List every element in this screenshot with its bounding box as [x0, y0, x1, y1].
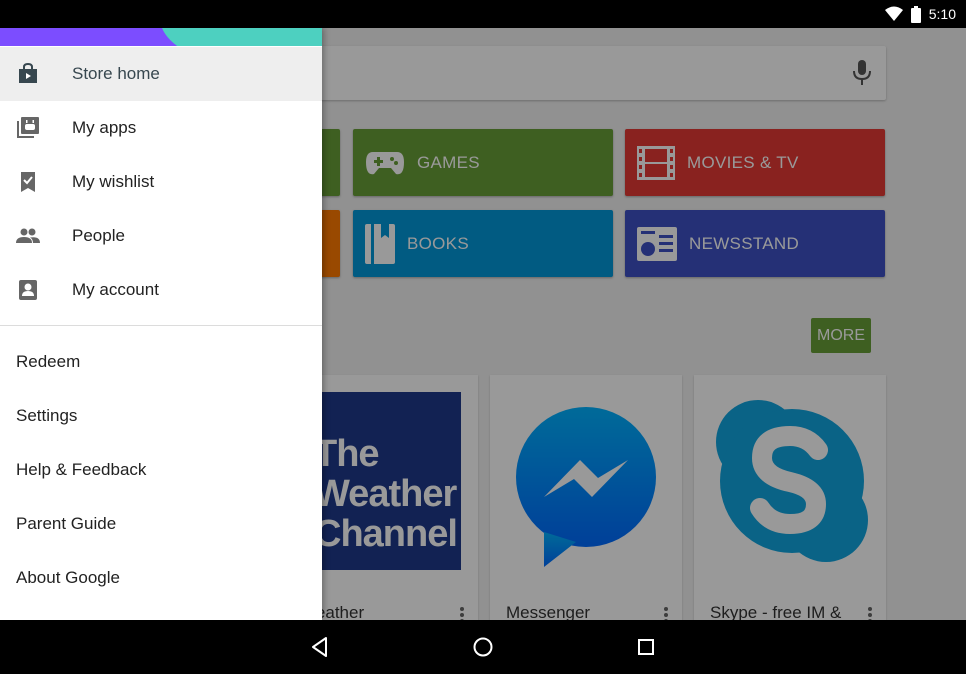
status-indicators: 5:10 [884, 0, 956, 28]
drawer-item-my-account[interactable]: My account [0, 263, 322, 317]
drawer-item-label: My account [72, 280, 159, 299]
wishlist-icon [21, 172, 35, 192]
drawer-header [0, 28, 322, 46]
drawer-item-label: My apps [72, 118, 137, 137]
play-store-app: GAMES MOVIES & TV BOOKS NEWSSTAND MORE T… [0, 28, 966, 620]
navigation-drawer: Store home My apps My wishlist People My… [0, 28, 322, 620]
drawer-link-redeem[interactable]: Redeem [16, 352, 80, 372]
drawer-link-settings[interactable]: Settings [16, 406, 77, 426]
drawer-item-label: People [72, 226, 125, 245]
battery-icon [910, 5, 921, 23]
system-nav-bar [0, 620, 966, 674]
back-icon[interactable] [308, 635, 332, 659]
drawer-link-help-feedback[interactable]: Help & Feedback [16, 460, 146, 480]
drawer-link-about-google[interactable]: About Google [16, 568, 120, 588]
drawer-link-parent-guide[interactable]: Parent Guide [16, 514, 116, 534]
my-apps-icon [17, 117, 39, 138]
account-icon [19, 280, 37, 300]
recents-icon[interactable] [634, 635, 658, 659]
drawer-item-label: Store home [72, 64, 160, 83]
status-time: 5:10 [928, 6, 956, 22]
drawer-item-my-apps[interactable]: My apps [0, 101, 322, 155]
drawer-item-my-wishlist[interactable]: My wishlist [0, 155, 322, 209]
drawer-item-people[interactable]: People [0, 209, 322, 263]
home-icon[interactable] [471, 635, 495, 659]
store-home-icon [19, 62, 37, 83]
status-bar: 5:10 [0, 0, 966, 28]
people-icon [16, 228, 40, 243]
drawer-divider [0, 325, 322, 326]
drawer-item-label: My wishlist [72, 172, 155, 191]
wifi-icon [884, 6, 903, 21]
drawer-item-store-home[interactable]: Store home [0, 47, 322, 101]
